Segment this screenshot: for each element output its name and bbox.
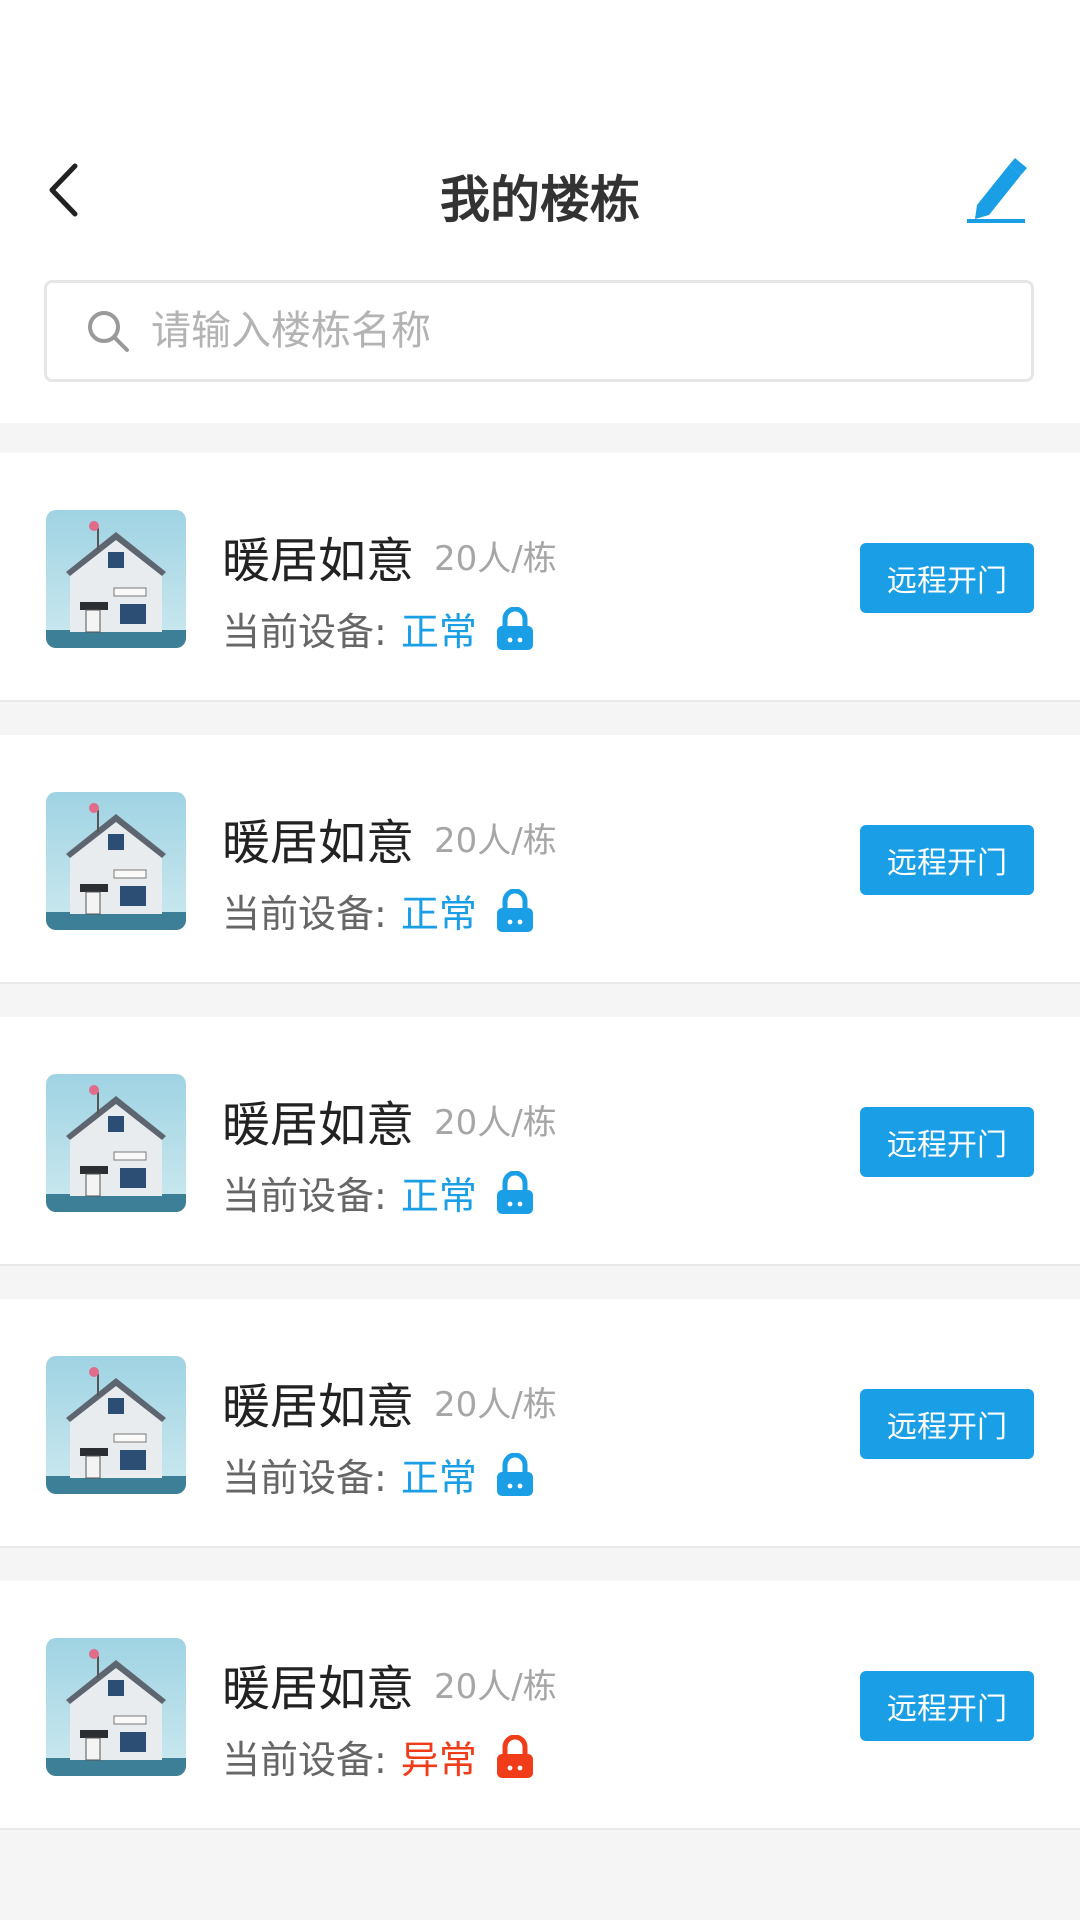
status-label: 当前设备: [222, 1174, 387, 1218]
building-name: 暖居如意 [222, 815, 415, 871]
building-thumbnail [46, 792, 186, 930]
header-area: 我的楼栋 [0, 0, 1080, 423]
status-value: 正常 [400, 1174, 477, 1218]
building-capacity: 20人/栋 [434, 539, 557, 579]
building-thumbnail [46, 510, 186, 648]
device-status: 当前设备: 正常 [222, 601, 535, 656]
building-card[interactable]: 暖居如意 20人/栋 当前设备: 正常 远程开门 [0, 735, 1080, 984]
lock-icon [495, 1734, 535, 1779]
remote-open-button[interactable]: 远程开门 [860, 825, 1034, 895]
device-status: 当前设备: 正常 [222, 1165, 535, 1220]
building-name: 暖居如意 [222, 1097, 415, 1153]
building-card[interactable]: 暖居如意 20人/栋 当前设备: 正常 远程开门 [0, 1299, 1080, 1548]
remote-open-button[interactable]: 远程开门 [860, 1107, 1034, 1177]
building-card[interactable]: 暖居如意 20人/栋 当前设备: 正常 远程开门 [0, 453, 1080, 702]
nav-bar: 我的楼栋 [0, 120, 1080, 260]
lock-icon [495, 1452, 535, 1497]
building-capacity: 20人/栋 [434, 821, 557, 861]
app-root: 我的楼栋 请输入楼栋名称 暖居如意 20人/栋 当前设备: 正常 远程开门 暖居… [0, 0, 1080, 1920]
status-value: 正常 [400, 892, 477, 936]
building-card[interactable]: 暖居如意 20人/栋 当前设备: 异常 远程开门 [0, 1581, 1080, 1830]
edit-button[interactable] [960, 150, 1032, 230]
search-input[interactable] [151, 308, 1031, 354]
pencil-icon [967, 158, 1027, 223]
building-card[interactable]: 暖居如意 20人/栋 当前设备: 正常 远程开门 [0, 1017, 1080, 1266]
status-label: 当前设备: [222, 892, 387, 936]
building-thumbnail [46, 1356, 186, 1494]
status-label: 当前设备: [222, 610, 387, 654]
lock-icon [495, 888, 535, 933]
search-icon [83, 306, 133, 356]
status-value: 正常 [400, 610, 477, 654]
remote-open-button[interactable]: 远程开门 [860, 1389, 1034, 1459]
building-capacity: 20人/栋 [434, 1385, 557, 1425]
status-label: 当前设备: [222, 1456, 387, 1500]
device-status: 当前设备: 正常 [222, 883, 535, 938]
status-value: 异常 [400, 1738, 477, 1782]
page-title: 我的楼栋 [440, 171, 640, 229]
building-name: 暖居如意 [222, 1379, 415, 1435]
building-thumbnail [46, 1638, 186, 1776]
status-label: 当前设备: [222, 1738, 387, 1782]
building-capacity: 20人/栋 [434, 1103, 557, 1143]
device-status: 当前设备: 异常 [222, 1729, 535, 1784]
lock-icon [495, 1170, 535, 1215]
building-name: 暖居如意 [222, 1661, 415, 1717]
building-capacity: 20人/栋 [434, 1667, 557, 1707]
lock-icon [495, 606, 535, 651]
building-thumbnail [46, 1074, 186, 1212]
search-bar [44, 280, 1034, 382]
building-list: 暖居如意 20人/栋 当前设备: 正常 远程开门 暖居如意 20人/栋 当前设备… [0, 453, 1080, 1863]
remote-open-button[interactable]: 远程开门 [860, 1671, 1034, 1741]
building-name: 暖居如意 [222, 533, 415, 589]
status-value: 正常 [400, 1456, 477, 1500]
remote-open-button[interactable]: 远程开门 [860, 543, 1034, 613]
device-status: 当前设备: 正常 [222, 1447, 535, 1502]
